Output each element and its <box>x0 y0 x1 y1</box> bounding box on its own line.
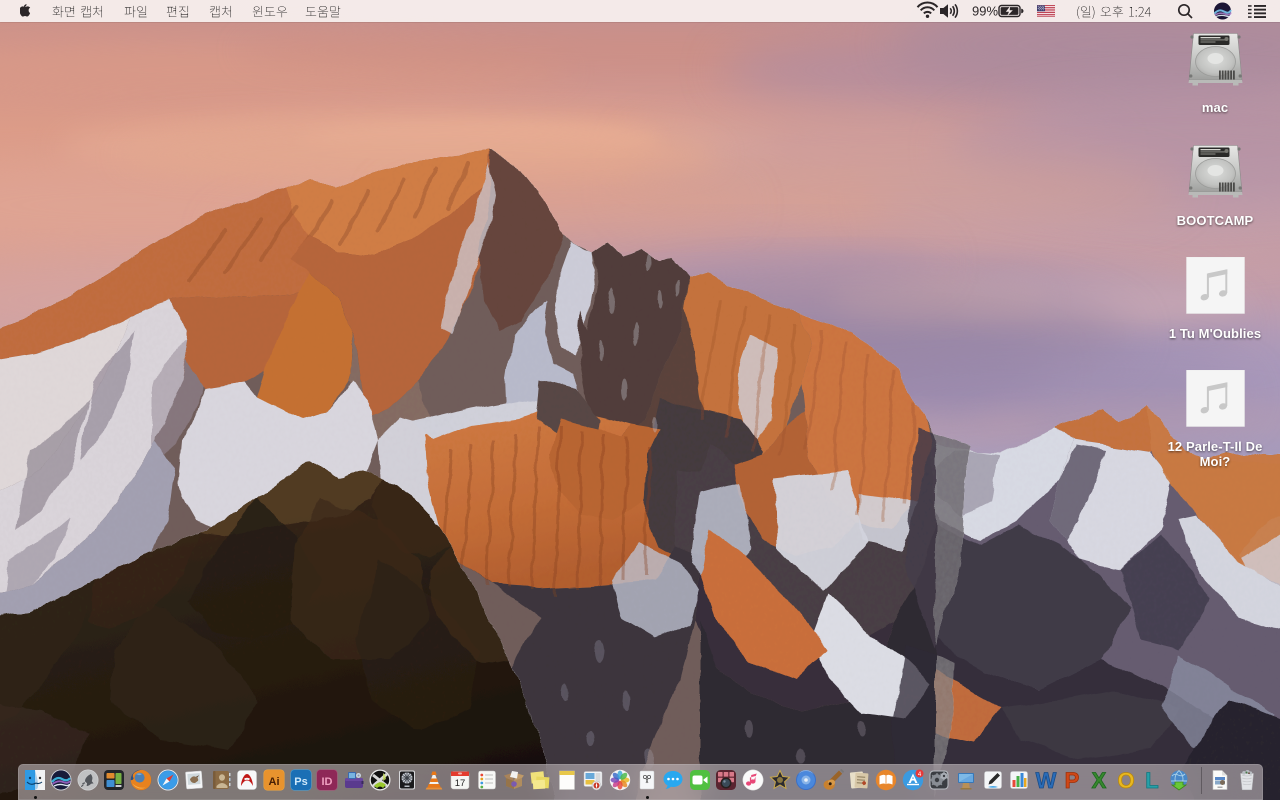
svg-text:X: X <box>1092 769 1107 791</box>
svg-text:L: L <box>1145 769 1158 791</box>
svg-text:Ai: Ai <box>269 776 280 788</box>
svg-text:Ps: Ps <box>294 776 307 788</box>
svg-text:W: W <box>1035 769 1056 791</box>
svg-text:ID: ID <box>322 776 333 788</box>
svg-text:P: P <box>1065 769 1080 791</box>
svg-text:O: O <box>1117 769 1134 791</box>
svg-text:17: 17 <box>455 778 466 789</box>
